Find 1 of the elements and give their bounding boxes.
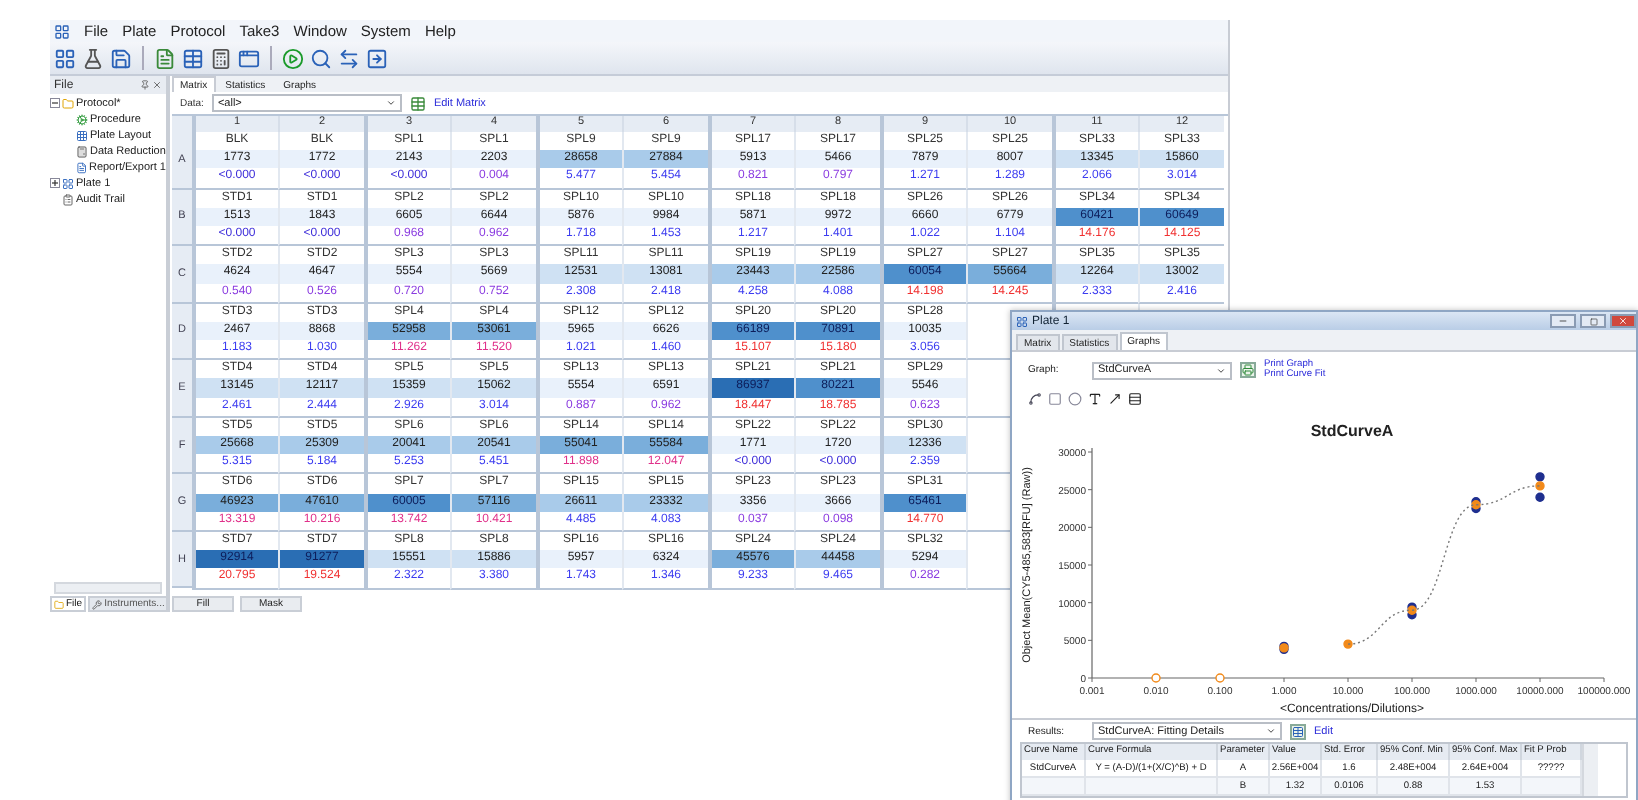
chart-title: StdCurveA <box>1310 422 1394 440</box>
